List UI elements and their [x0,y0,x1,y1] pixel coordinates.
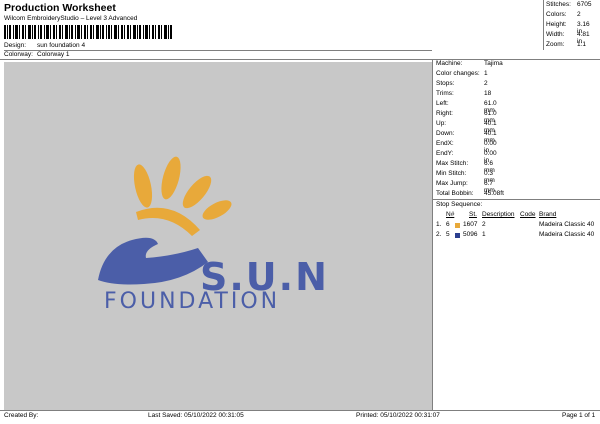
detail-row: Left: 61.0 mm [436,100,497,114]
summary-box: Stitches: 6705 Colors: 2 Height: 3.16 in Wi… [546,1,592,51]
color-swatch-icon [455,233,460,238]
colorway-label: Colorway: [4,51,33,58]
summary-row: Colors: 2 [546,11,581,18]
page-number: Page 1 of 1 [562,412,596,419]
detail-row: Machine: Tajima [436,60,503,67]
stop-row: 2. 5 5096 1 Madeira Classic 40 [436,231,595,238]
sun-foundation-logo: S.U.N FOUNDATION [98,156,327,314]
divider [0,59,600,60]
color-swatch-icon [455,223,460,228]
software-subtitle: Wilcom EmbroideryStudio – Level 3 Advanc… [4,15,138,22]
divider [543,0,544,50]
stop-row: 1. 6 1607 2 Madeira Classic 40 [436,221,595,228]
logo-subword: FOUNDATION [104,289,280,314]
summary-row: Width: 4.81 in [546,31,590,45]
design-preview: S.U.N FOUNDATION [4,62,432,410]
detail-row: Max Jump: 6.7 mm [436,180,495,194]
leaf-4 [202,200,232,220]
stop-row [436,203,600,212]
colorway-value: Colorway 1 [37,51,70,58]
detail-row: Color changes: 1 [436,70,488,77]
detail-row: Total Bobbin: 45.08ft [436,190,504,197]
hand-shape [98,237,208,285]
summary-row: Zoom: 1:1 [546,41,587,48]
detail-row: EndX: 0.00 in [436,140,497,154]
divider [432,199,600,200]
summary-row: Stitches: 6705 [546,1,592,8]
last-saved: Last Saved: 05/10/2022 00:31:05 [148,412,244,419]
stop-sequence-header: N# St. Description Code Brand [446,211,557,218]
leaf-2 [161,156,181,200]
divider [4,50,432,51]
detail-row: Up: 40.1 mm [436,120,497,134]
barcode [4,25,172,39]
summary-row: Height: 3.16 in [546,21,590,35]
design-label: Design: [4,42,27,49]
detail-row: Max Stitch: 6.6 mm [436,160,495,174]
sun-arc [136,207,200,236]
detail-row: Stops: 2 [436,80,488,87]
divider [432,59,433,411]
detail-row: Right: 61.0 mm [436,110,497,124]
worksheet-title: Production Worksheet [4,2,116,14]
design-value: sun foundation 4 [37,42,86,49]
created-by: Created By: [4,412,39,419]
detail-row: EndY: 0.00 in [436,150,497,164]
detail-row: Down: 40.1 mm [436,130,497,144]
leaf-1 [133,164,153,208]
detail-row: Min Stitch: 0.3 mm [436,170,495,184]
divider [0,410,600,411]
printed-date: Printed: 05/10/2022 00:31:07 [356,412,440,419]
detail-row: Trims: 18 [436,90,492,97]
